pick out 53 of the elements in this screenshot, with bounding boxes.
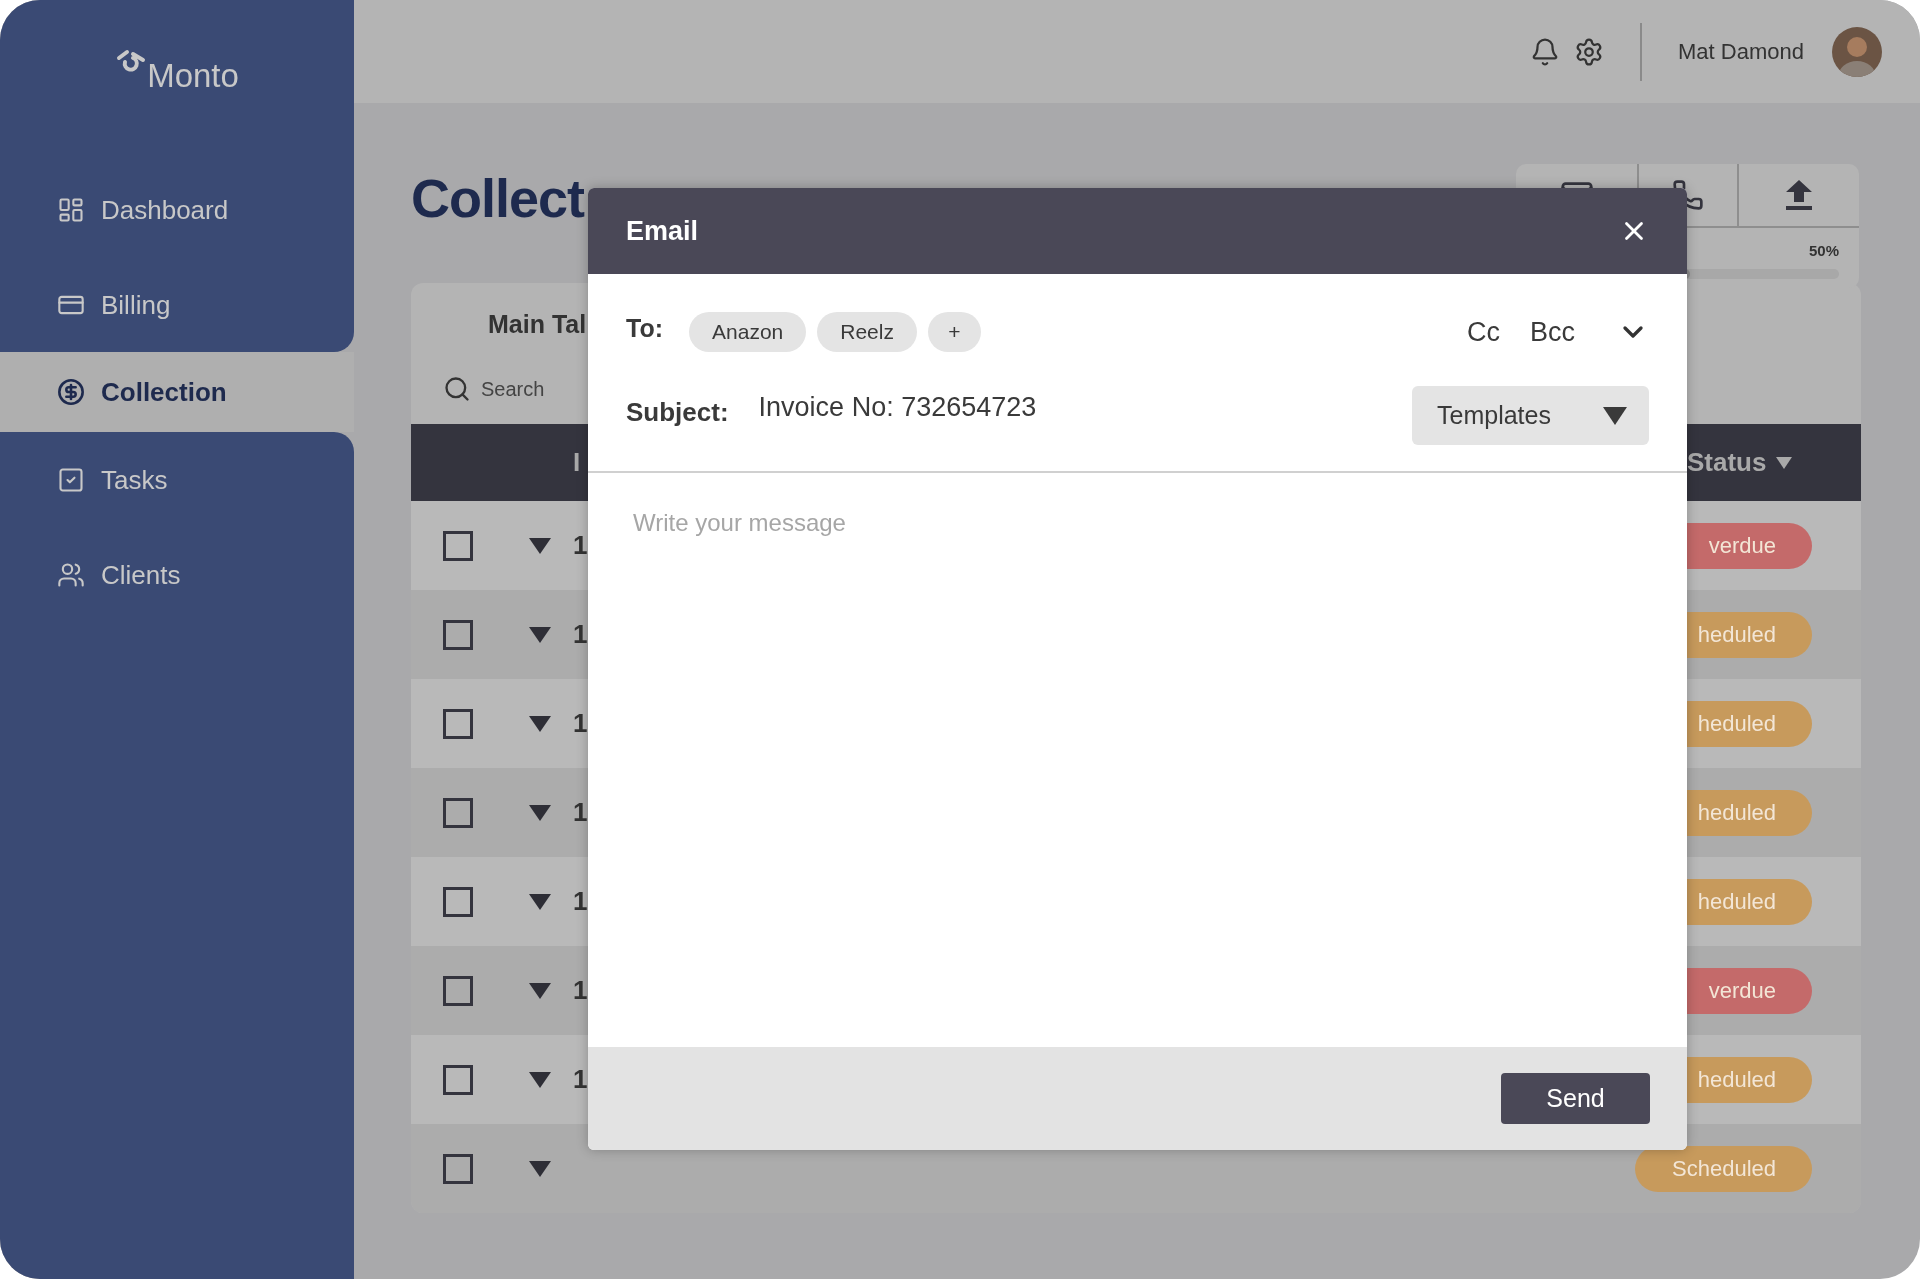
cc-button[interactable]: Cc xyxy=(1467,311,1500,353)
dialog-title: Email xyxy=(626,214,699,248)
recipient-chip[interactable]: Anazon xyxy=(689,312,807,352)
sidebar-item[interactable]: Clients xyxy=(0,535,354,615)
column-header[interactable]: Status xyxy=(1687,443,1767,482)
dollar-icon xyxy=(57,378,85,406)
status-badge: Scheduled xyxy=(1635,1145,1812,1192)
search-icon[interactable] xyxy=(443,374,471,403)
caret-icon[interactable] xyxy=(529,626,551,643)
checkbox-icon xyxy=(57,466,85,494)
caret-icon[interactable] xyxy=(529,715,551,732)
table-cell-text: 1 xyxy=(573,529,588,562)
avatar[interactable] xyxy=(1832,26,1882,77)
to-label: To: xyxy=(626,313,663,345)
row-checkbox[interactable] xyxy=(443,619,473,650)
templates-dropdown[interactable]: Templates xyxy=(1412,386,1649,445)
send-button[interactable]: Send xyxy=(1501,1073,1650,1124)
row-checkbox[interactable] xyxy=(443,708,473,739)
add-recipient-button[interactable]: + xyxy=(927,312,981,352)
recipient-chip[interactable]: Reelz xyxy=(817,312,917,352)
row-checkbox[interactable] xyxy=(443,530,473,561)
logo-text: Monto xyxy=(147,56,239,96)
column-header[interactable]: I xyxy=(573,443,581,482)
progress-reading: 50% xyxy=(1808,241,1839,261)
caret-icon[interactable] xyxy=(529,982,551,999)
table-cell-text: 1 xyxy=(573,796,588,829)
table-cell-text: 1 xyxy=(573,707,588,740)
table-cell-text: 1 xyxy=(573,974,588,1007)
row-checkbox[interactable] xyxy=(443,975,473,1006)
table-cell-text: 1 xyxy=(573,618,588,651)
row-checkbox[interactable] xyxy=(443,1064,473,1095)
caret-icon[interactable] xyxy=(529,1071,551,1088)
caret-icon[interactable] xyxy=(529,537,551,554)
sidebar-item[interactable]: Collection xyxy=(0,352,354,432)
row-checkbox[interactable] xyxy=(443,1153,473,1184)
users-icon xyxy=(57,561,85,589)
user-name: Mat Damond xyxy=(1678,38,1804,66)
page-title: Collect xyxy=(411,168,585,228)
subject-field[interactable]: Invoice No: 732654723 xyxy=(758,387,1037,428)
row-checkbox[interactable] xyxy=(443,797,473,828)
sort-caret-icon[interactable] xyxy=(1776,456,1793,469)
table-cell-text: 1 xyxy=(573,885,588,918)
table-title: Main Tal xyxy=(488,309,587,341)
caret-icon[interactable] xyxy=(529,1160,551,1177)
search-field[interactable]: Search xyxy=(481,373,545,404)
bcc-button[interactable]: Bcc xyxy=(1530,311,1575,353)
row-checkbox[interactable] xyxy=(443,886,473,917)
table-cell-text: 1 xyxy=(573,1063,588,1096)
upload-icon[interactable] xyxy=(1786,180,1812,210)
caret-icon[interactable] xyxy=(529,893,551,910)
caret-icon[interactable] xyxy=(529,804,551,821)
subject-label: Subject: xyxy=(626,396,729,429)
dashboard-icon xyxy=(57,196,85,224)
